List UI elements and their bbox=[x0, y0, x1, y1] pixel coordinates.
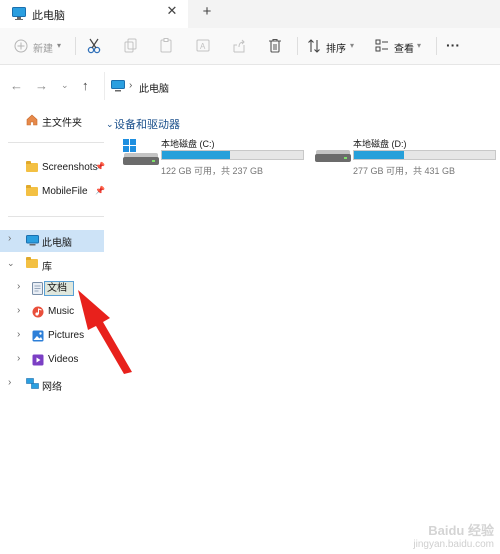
videos-icon bbox=[32, 354, 44, 366]
monitor-icon bbox=[26, 235, 39, 246]
home-icon bbox=[26, 114, 38, 126]
paste-icon[interactable] bbox=[160, 38, 174, 54]
breadcrumb-separator: › bbox=[129, 80, 133, 91]
pictures-icon bbox=[32, 330, 44, 342]
chevron-down-icon: ▾ bbox=[350, 41, 355, 50]
folder-icon bbox=[26, 185, 38, 196]
drive-usage-fill bbox=[354, 151, 405, 159]
document-icon bbox=[32, 282, 43, 295]
sort-icon bbox=[308, 39, 320, 53]
chevron-right-icon[interactable]: › bbox=[17, 353, 20, 364]
chevron-right-icon[interactable]: › bbox=[17, 305, 20, 316]
view-icon bbox=[375, 39, 388, 52]
chevron-down-icon: ▾ bbox=[57, 41, 62, 50]
sidebar-item-libraries[interactable]: ⌄ 库 bbox=[0, 254, 104, 276]
close-icon[interactable]: ✕ bbox=[165, 4, 179, 18]
content-pane: ⌄ 设备和驱动器 本地磁盘 (C:) 122 GB 可用，共 237 GB 本地… bbox=[104, 102, 500, 554]
chevron-down-icon[interactable]: ⌄ bbox=[61, 80, 69, 91]
view-button-label[interactable]: 查看 bbox=[394, 40, 414, 55]
sidebar-item-screenshots[interactable]: Screenshots 📌 bbox=[0, 158, 105, 180]
folder-icon bbox=[26, 161, 38, 172]
drive-usage-bar bbox=[353, 150, 496, 160]
chevron-down-icon[interactable]: ⌄ bbox=[106, 119, 114, 130]
sidebar-item-home[interactable]: 主文件夹 bbox=[0, 110, 104, 132]
command-bar: 新建 ▾ A 排序 ▾ 查看 ▾ ··· bbox=[0, 28, 500, 65]
rename-icon[interactable]: A bbox=[196, 38, 210, 54]
svg-text:A: A bbox=[200, 42, 206, 51]
monitor-icon bbox=[111, 80, 125, 92]
more-options-button[interactable]: ··· bbox=[446, 37, 460, 53]
chevron-down-icon: ▾ bbox=[417, 41, 422, 50]
drive-usage-bar bbox=[161, 150, 304, 160]
drive-free-space: 277 GB 可用，共 431 GB bbox=[353, 166, 456, 176]
back-icon[interactable]: ← bbox=[10, 78, 23, 93]
divider bbox=[8, 142, 104, 143]
tab-title: 此电脑 bbox=[32, 10, 65, 22]
divider bbox=[75, 37, 76, 55]
sidebar-item-label: 库 bbox=[42, 262, 52, 273]
tab-bar: 此电脑 ✕ + bbox=[0, 0, 500, 28]
hard-drive-icon bbox=[315, 150, 351, 162]
divider bbox=[297, 37, 298, 55]
sidebar-item-label: 主文件夹 bbox=[42, 118, 82, 129]
drive-tile-c[interactable]: 本地磁盘 (C:) 122 GB 可用，共 237 GB bbox=[120, 136, 304, 176]
plus-circle-icon bbox=[14, 39, 28, 53]
address-bar-row: ← → ⌄ ↑ › 此电脑 bbox=[0, 70, 500, 102]
delete-icon[interactable] bbox=[268, 38, 282, 54]
chevron-down-icon[interactable]: ⌄ bbox=[7, 258, 15, 269]
share-icon[interactable] bbox=[232, 38, 246, 54]
chevron-right-icon[interactable]: › bbox=[17, 329, 20, 340]
sidebar-item-label: Screenshots bbox=[42, 162, 98, 173]
sidebar-item-label: 此电脑 bbox=[42, 238, 72, 249]
drive-usage-fill bbox=[162, 151, 231, 159]
system-drive-icon bbox=[123, 139, 159, 165]
sort-button-label[interactable]: 排序 bbox=[326, 40, 346, 55]
sidebar-item-label: MobileFile bbox=[42, 186, 88, 197]
copy-icon[interactable] bbox=[124, 38, 138, 54]
watermark: Baidu 经验 jingyan.baidu.com bbox=[413, 520, 494, 550]
sidebar-item-label: 网络 bbox=[42, 382, 62, 393]
sidebar-item-mobilefile[interactable]: MobileFile 📌 bbox=[0, 182, 105, 204]
chevron-right-icon[interactable]: › bbox=[17, 281, 20, 292]
library-folder-icon bbox=[26, 257, 38, 268]
sidebar-item-this-pc[interactable]: › 此电脑 bbox=[0, 230, 104, 252]
drive-name: 本地磁盘 (D:) bbox=[353, 139, 407, 149]
network-icon bbox=[26, 378, 39, 389]
up-icon[interactable]: ↑ bbox=[82, 78, 89, 93]
breadcrumb[interactable]: 此电脑 bbox=[139, 80, 169, 95]
drive-tile-d[interactable]: 本地磁盘 (D:) 277 GB 可用，共 431 GB bbox=[312, 136, 496, 176]
drive-free-space: 122 GB 可用，共 237 GB bbox=[161, 166, 264, 176]
music-icon bbox=[32, 306, 44, 318]
monitor-icon bbox=[12, 7, 26, 20]
red-arrow-annotation bbox=[78, 290, 132, 374]
tab-this-pc[interactable]: 此电脑 ✕ bbox=[0, 0, 188, 28]
new-button-label[interactable]: 新建 bbox=[33, 40, 53, 55]
watermark-line: Baidu 经验 bbox=[428, 523, 494, 538]
watermark-line: jingyan.baidu.com bbox=[413, 539, 494, 550]
address-box[interactable]: › 此电脑 bbox=[104, 72, 500, 100]
chevron-right-icon[interactable]: › bbox=[8, 377, 11, 388]
chevron-right-icon[interactable]: › bbox=[8, 233, 11, 244]
divider bbox=[436, 37, 437, 55]
plus-icon[interactable]: + bbox=[199, 4, 215, 20]
drive-name: 本地磁盘 (C:) bbox=[161, 139, 215, 149]
cut-icon[interactable] bbox=[87, 38, 101, 54]
group-header: 设备和驱动器 bbox=[114, 119, 180, 131]
divider bbox=[8, 216, 104, 217]
forward-icon[interactable]: → bbox=[35, 78, 48, 93]
